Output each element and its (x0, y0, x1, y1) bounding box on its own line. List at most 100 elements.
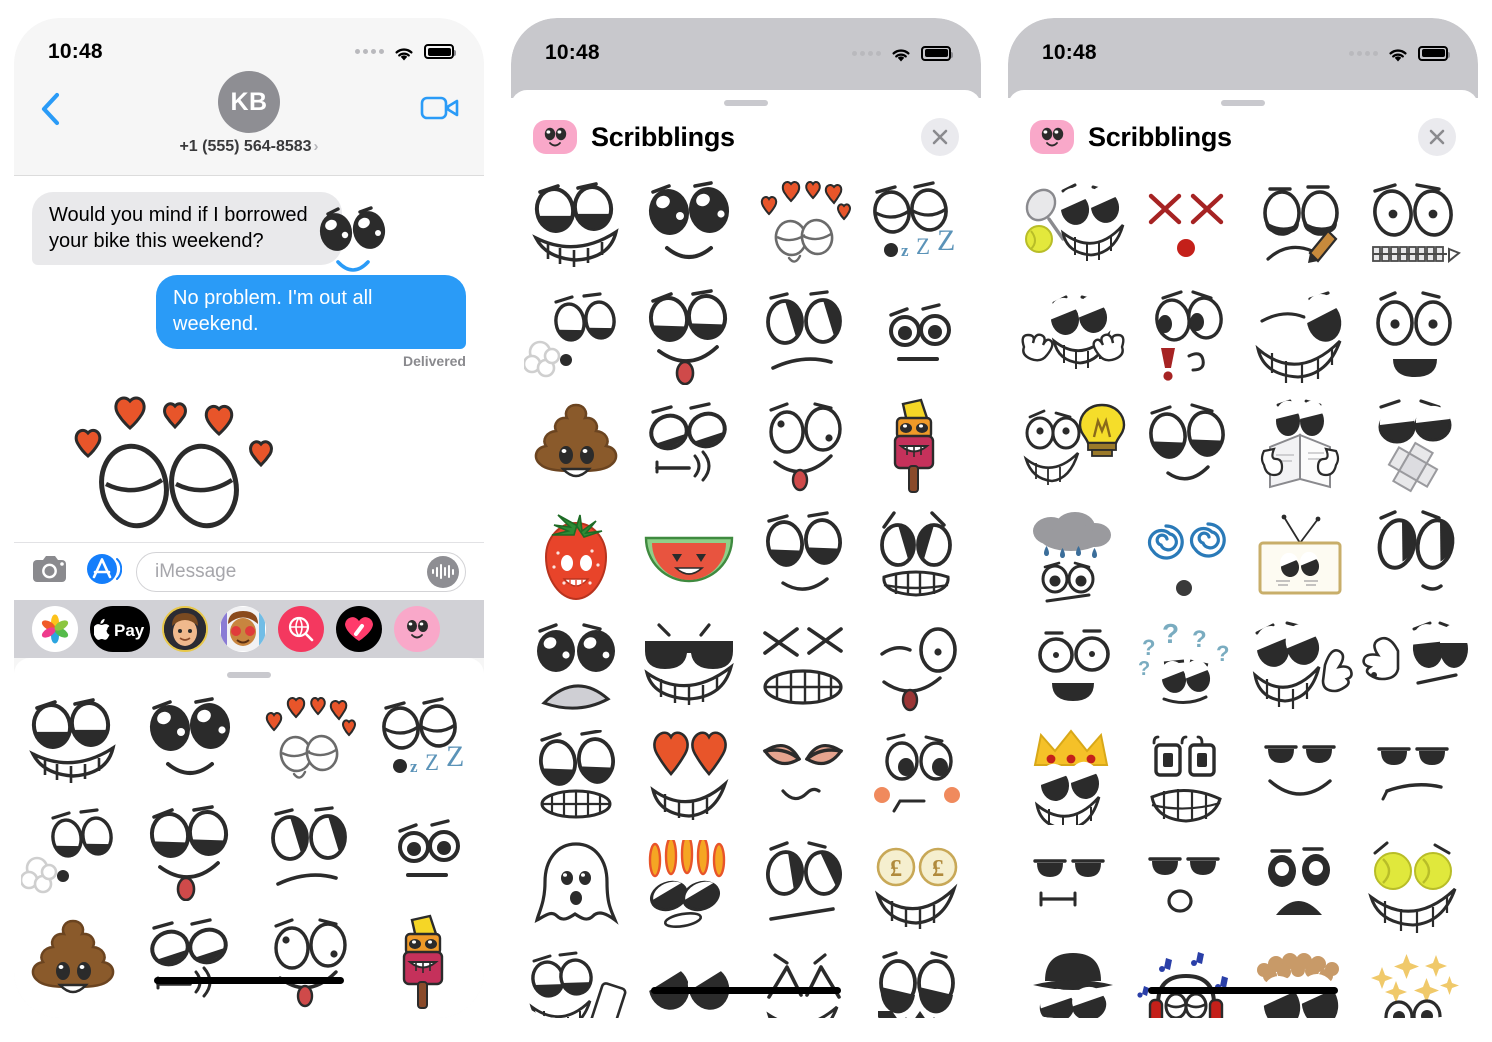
facetime-video-icon[interactable] (420, 93, 460, 123)
sticker-x-eyes-dead-face[interactable] (1130, 172, 1244, 282)
sticker-sleepy-zzz-face[interactable]: zZZ (860, 172, 974, 282)
back-chevron-icon[interactable] (38, 89, 64, 129)
sticker-square-eyes-teeth[interactable] (1130, 722, 1244, 832)
sticker-zigzag-mouth-face[interactable] (860, 942, 974, 1018)
sticker-grin-teeth-face[interactable] (519, 172, 633, 282)
animoji-app-icon[interactable] (220, 606, 266, 653)
sticker-gritted-teeth-face[interactable] (860, 502, 974, 612)
sticker-big-black-eyes-smile[interactable] (633, 172, 747, 282)
drawer-grabber[interactable] (227, 672, 271, 678)
sticker-flat-mouth-small-eyes[interactable] (860, 282, 974, 392)
message-bubble-outgoing[interactable]: No problem. I'm out all weekend. (156, 275, 466, 349)
sticker-sleepy-lids-smile[interactable] (1243, 722, 1357, 832)
memoji-app-icon[interactable] (162, 606, 208, 653)
sticker-exclamation-surprised-face[interactable] (1130, 282, 1244, 392)
avatar[interactable]: KB (218, 71, 280, 134)
sticker-bored-lids-line-mouth[interactable] (1016, 832, 1130, 942)
sticker-poop-emoji[interactable] (14, 908, 132, 1018)
sticker-flame-eyes-face[interactable] (633, 832, 747, 942)
sticker-ghost-face[interactable] (519, 832, 633, 942)
audio-waveform-icon[interactable] (427, 555, 459, 588)
sticker-steam-puff-face[interactable] (14, 798, 132, 908)
sticker-sad-open-mouth-face[interactable] (1243, 832, 1357, 942)
sticker-teeth-grid-face[interactable] (519, 722, 633, 832)
photos-app-icon[interactable] (32, 606, 78, 653)
sticker-sunglasses-grin[interactable] (633, 612, 747, 722)
sticker-shocked-open-mouth[interactable] (1016, 612, 1130, 722)
apple-pay-app-icon[interactable]: Pay (90, 606, 150, 653)
sticker-sleepy-zzz-face[interactable]: zZZ (367, 688, 485, 798)
sticker-watermelon-face[interactable] (633, 502, 747, 612)
sticker-half-closed-smile[interactable] (746, 502, 860, 612)
sticker-thumbs-up-grin[interactable] (1243, 612, 1357, 722)
imessage-app-drawer[interactable]: Pay (14, 600, 484, 658)
sticker-tongue-out-face[interactable] (633, 282, 747, 392)
close-x-icon[interactable] (921, 118, 959, 156)
sticker-eyes-dash-mouth[interactable] (132, 908, 250, 1018)
sticker-tilted-eyes-hook-mouth[interactable] (1357, 502, 1471, 612)
sticker-steam-puff-face[interactable] (519, 282, 633, 392)
camera-icon[interactable] (32, 554, 70, 589)
hearts-eyes-sticker[interactable] (56, 386, 288, 536)
sticker-goofy-tongue-face[interactable] (249, 908, 367, 1018)
contact-phone-number[interactable]: +1 (555) 564-8583 › (36, 138, 462, 156)
sticker-phone-selfie-face[interactable] (519, 942, 633, 1018)
sticker-jazz-hands-grin[interactable] (1016, 282, 1130, 392)
sticker-goofy-tongue-face[interactable] (746, 392, 860, 502)
app-store-icon[interactable] (84, 550, 123, 593)
sticker-thumbs-down-face[interactable] (1357, 612, 1471, 722)
big-black-eyes-sticker[interactable] (314, 204, 392, 286)
sticker-angry-eyes-smirk[interactable] (746, 722, 860, 832)
gif-search-app-icon[interactable] (278, 606, 324, 653)
sticker-grin-teeth-face[interactable] (14, 688, 132, 798)
sticker-curved-smile-eyes[interactable] (1130, 392, 1244, 502)
sticker-crown-king-grin[interactable] (1016, 722, 1130, 832)
sticker-big-black-eyes-smile[interactable] (132, 688, 250, 798)
sticker-popsicle-face[interactable] (860, 392, 974, 502)
sticker-blush-cheeks-face[interactable] (860, 722, 974, 832)
sticker-sad-frown-big-eyes[interactable] (519, 612, 633, 722)
sticker-winking-tongue-face[interactable] (860, 612, 974, 722)
message-bubble-incoming[interactable]: Would you mind if I borrowed your bike t… (32, 192, 342, 266)
sticker-curly-hair-eyes[interactable] (1243, 942, 1357, 1018)
sticker-spiral-hypno-eyes[interactable] (1130, 502, 1244, 612)
sticker-eyes-dash-mouth[interactable] (633, 392, 747, 502)
sticker-angry-brows-grin[interactable] (746, 942, 860, 1018)
sticker-poop-emoji[interactable] (519, 392, 633, 502)
sticker-question-marks-face[interactable]: ????? (1130, 612, 1244, 722)
sticker-lightbulb-idea-face[interactable] (1016, 392, 1130, 502)
sticker-big-wide-grin-face[interactable] (1243, 282, 1357, 392)
sticker-flat-mouth-small-eyes[interactable] (367, 798, 485, 908)
sticker-bored-lids-o-mouth[interactable] (1130, 832, 1244, 942)
sticker-squint-x-eyes-grin[interactable] (746, 612, 860, 722)
sticker-tilted-eyes-frown[interactable] (249, 798, 367, 908)
sticker-open-mouth-dot-eyes[interactable] (1357, 282, 1471, 392)
sticker-tilted-eyes-frown[interactable] (746, 282, 860, 392)
sticker-stars-dizzy-face[interactable] (1357, 942, 1471, 1018)
sticker-hearts-above-eyes[interactable] (249, 688, 367, 798)
home-indicator[interactable] (651, 987, 841, 994)
sticker-popsicle-face[interactable] (367, 908, 485, 1018)
sticker-hearts-above-eyes[interactable] (746, 172, 860, 282)
sticker-pencil-thinking-face[interactable] (1243, 172, 1357, 282)
sticker-strawberry-face[interactable] (519, 502, 633, 612)
sticker-rain-cloud-sad-face[interactable] (1016, 502, 1130, 612)
sticker-bandage-face[interactable] (1357, 392, 1471, 502)
sticker-eyes-over-bar[interactable] (633, 942, 747, 1018)
sticker-reading-book-face[interactable] (1243, 392, 1357, 502)
sticker-tongue-out-face[interactable] (132, 798, 250, 908)
sticker-sleepy-lids-frown[interactable] (1357, 722, 1471, 832)
sticker-bowler-hat-mustache[interactable] (1016, 942, 1130, 1018)
sticker-pound-coin-eyes-grin[interactable]: £ £ (860, 832, 974, 942)
close-x-icon[interactable] (1418, 118, 1456, 156)
sticker-heart-eyes-grin[interactable] (633, 722, 747, 832)
sticker-zipper-mouth-face[interactable] (1357, 172, 1471, 282)
home-indicator[interactable] (1148, 987, 1338, 994)
scribblings-app-icon[interactable] (394, 606, 440, 653)
sticker-tennis-ball-eyes-grin[interactable] (1357, 832, 1471, 942)
sticker-tennis-racket-grin[interactable] (1016, 172, 1130, 282)
sticker-headphones-music-face[interactable] (1130, 942, 1244, 1018)
digital-touch-app-icon[interactable] (336, 606, 382, 653)
sticker-tilted-eyes-line-mouth[interactable] (746, 832, 860, 942)
home-indicator[interactable] (154, 977, 344, 984)
